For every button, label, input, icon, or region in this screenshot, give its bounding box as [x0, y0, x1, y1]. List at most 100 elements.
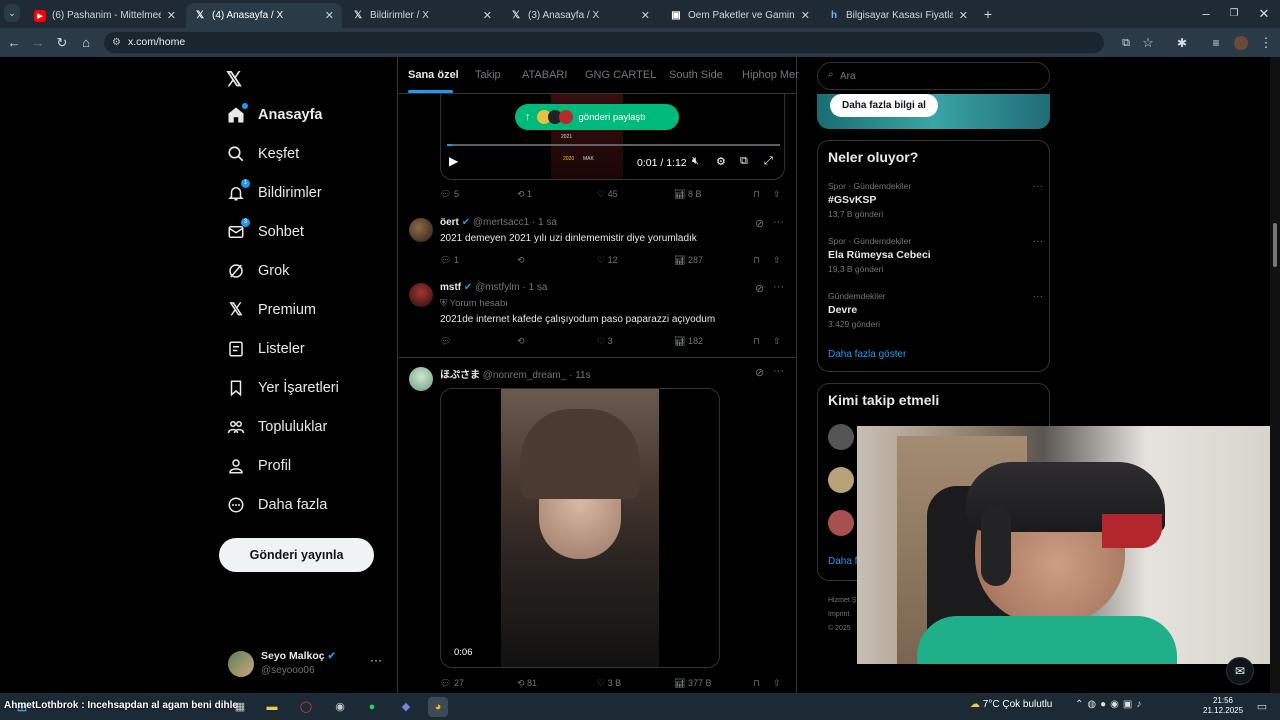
author-name[interactable]: öert — [440, 217, 459, 228]
system-tray[interactable]: ⌃◍●◉▣♪ — [1075, 699, 1145, 710]
author-handle[interactable]: @mstfylm — [475, 282, 520, 293]
more-icon[interactable]: ··· — [1033, 181, 1043, 192]
avatar[interactable] — [409, 218, 433, 242]
account-more-icon[interactable]: ··· — [370, 653, 382, 667]
weather-widget[interactable]: ☁ 7°C Çok bulutlu — [970, 699, 1052, 710]
views-button[interactable]: 📊︎ 377 B — [674, 678, 711, 689]
share-icon[interactable]: ⇧ — [773, 336, 781, 347]
share-pill[interactable]: ↑ gönderi paylaştı — [515, 104, 679, 130]
file-explorer-icon[interactable]: ▬ — [262, 697, 282, 717]
back-icon[interactable]: ← — [4, 33, 24, 53]
views-button[interactable]: 📊︎ 182 — [674, 336, 703, 347]
sidebar-item-communities[interactable]: Topluluklar — [226, 412, 327, 442]
x-logo-icon[interactable]: 𝕏 — [226, 67, 242, 92]
repost-button[interactable]: ⟲ 1 — [517, 189, 532, 200]
close-icon[interactable]: ✕ — [167, 9, 176, 22]
more-icon[interactable]: ··· — [773, 216, 784, 228]
tab-x-home-2[interactable]: 𝕏 (3) Anasayfa / X ✕ — [502, 3, 658, 28]
reply-button[interactable]: 💬︎ 27 — [440, 678, 464, 689]
sidebar-item-lists[interactable]: Listeler — [226, 334, 305, 364]
video-player-1[interactable]: 2021 2020 MAK ↑ gönderi paylaştı ▶ 0:01 … — [440, 94, 785, 180]
who-show-more-link[interactable]: Daha f — [828, 556, 857, 567]
avatar[interactable] — [828, 510, 854, 536]
task-view-icon[interactable]: ▦ — [230, 697, 250, 717]
sidebar-item-profile[interactable]: Profil — [226, 451, 291, 481]
reload-icon[interactable]: ↻ — [52, 33, 72, 53]
bookmark-icon[interactable]: ⊓ — [753, 255, 760, 266]
tab-pc-case[interactable]: h Bilgisayar Kasası Fiyatları & PC ✕ — [820, 3, 976, 28]
settings-icon[interactable]: ⚙ — [716, 155, 726, 168]
grok-icon[interactable]: ⊘ — [755, 217, 764, 230]
opera-icon[interactable]: ◯ — [296, 697, 316, 717]
bookmark-icon[interactable]: ⊓ — [753, 678, 760, 689]
post-time[interactable]: · 1 sa — [522, 282, 547, 293]
views-button[interactable]: 📊︎ 8 B — [674, 189, 701, 200]
reply-button[interactable]: 💬︎ 5 — [440, 189, 459, 200]
trend-item[interactable]: Spor · Gündemdekiler #GSvKSP 13,7 B gönd… — [828, 181, 1043, 219]
like-button[interactable]: ♡ 3 B — [597, 678, 621, 689]
trend-item[interactable]: Gündemdekiler Devre 3.429 gönderi ··· — [828, 291, 1043, 329]
tab-x-home[interactable]: 𝕏 (4) Anasayfa / X ✕ — [186, 3, 342, 28]
spotify-icon[interactable]: ● — [362, 697, 382, 717]
home-icon[interactable]: ⌂ — [76, 33, 96, 53]
tab-hiphop[interactable]: Hiphop Mer — [742, 69, 799, 81]
like-button[interactable]: ♡ 12 — [597, 255, 618, 266]
chrome-icon[interactable]: ◕ — [428, 697, 448, 717]
menu-icon[interactable]: ⋮ — [1256, 33, 1276, 53]
video-progress-track[interactable] — [447, 144, 780, 146]
scrollbar-thumb[interactable] — [1273, 223, 1277, 267]
restore-button[interactable]: ❐ — [1224, 4, 1244, 24]
mute-icon[interactable]: 🔇︎ — [692, 155, 699, 168]
play-icon[interactable]: ▶ — [449, 154, 458, 168]
notification-center-icon[interactable]: ▭ — [1252, 697, 1272, 717]
tab-youtube[interactable]: ▶ (6) Pashanim - Mittelmeer - Yo ✕ — [26, 3, 184, 28]
sidebar-item-more[interactable]: Daha fazla — [226, 490, 327, 520]
close-window-button[interactable]: ✕ — [1254, 4, 1274, 24]
tab-gng-cartel[interactable]: GNG CARTEL — [585, 69, 656, 81]
share-icon[interactable]: ⇧ — [773, 678, 781, 689]
clock[interactable]: 21:56 21.12.2025 — [1203, 696, 1243, 716]
more-icon[interactable]: ··· — [1033, 236, 1043, 247]
sidebar-item-bookmarks[interactable]: Yer İşaretleri — [226, 373, 339, 403]
url-field[interactable]: ⚙ x.com/home — [104, 32, 1104, 53]
post-time[interactable]: · 1 sa — [532, 217, 557, 228]
sidebar-item-chat[interactable]: 3 Sohbet — [226, 217, 304, 247]
share-icon[interactable]: ⇧ — [773, 189, 781, 200]
promo-banner[interactable]: Daha fazla bilgi al — [817, 94, 1050, 129]
forward-icon[interactable]: → — [28, 33, 48, 53]
sidebar-item-home[interactable]: Anasayfa — [226, 100, 322, 130]
extensions-icon[interactable]: ✱ — [1172, 33, 1192, 53]
footer-link[interactable]: Hizmet Ş — [828, 594, 856, 608]
show-more-link[interactable]: Daha fazla göster — [828, 349, 906, 360]
avatar[interactable] — [828, 424, 854, 450]
tab-following[interactable]: Takip — [475, 69, 501, 81]
author-handle[interactable]: @nonrem_dream_ — [483, 370, 567, 381]
sidebar-item-explore[interactable]: Keşfet — [226, 139, 299, 169]
author-name[interactable]: ほぷさま — [440, 370, 480, 381]
pip-icon[interactable]: ⧉ — [740, 155, 748, 168]
minimize-button[interactable]: – — [1196, 4, 1216, 24]
views-button[interactable]: 📊︎ 287 — [674, 255, 703, 266]
post-time[interactable]: · 11s — [569, 370, 591, 381]
grok-icon[interactable]: ⊘ — [755, 366, 764, 379]
share-icon[interactable]: ⇧ — [773, 255, 781, 266]
author-name[interactable]: mstf — [440, 282, 461, 293]
profile-avatar[interactable] — [1234, 36, 1248, 50]
bookmark-icon[interactable]: ⊓ — [753, 189, 760, 200]
tab-oem[interactable]: ▣ Oem Paketler ve Gaming Bilgisa ✕ — [662, 3, 818, 28]
tab-atabari[interactable]: ATABARI — [522, 69, 567, 81]
more-icon[interactable]: ··· — [773, 365, 784, 377]
install-app-icon[interactable]: ⧉ — [1116, 33, 1136, 53]
like-button[interactable]: ♡ 45 — [597, 189, 618, 200]
tab-search-button[interactable]: ⌄ — [4, 4, 20, 22]
avatar[interactable] — [409, 283, 433, 307]
tab-for-you[interactable]: Sana özel — [408, 69, 459, 81]
repost-button[interactable]: ⟲ 81 — [517, 678, 537, 689]
account-switcher[interactable]: Seyo Malkoç ✔ @seyooo06 ··· — [226, 647, 391, 683]
post-button[interactable]: Gönderi yayınla — [219, 538, 374, 572]
close-icon[interactable]: ✕ — [959, 9, 968, 22]
author-handle[interactable]: @mertsacc1 — [473, 217, 529, 228]
bookmark-icon[interactable]: ⊓ — [753, 336, 760, 347]
trend-item[interactable]: Spor · Gündemdekiler Ela Rümeysa Cebeci … — [828, 236, 1043, 274]
close-icon[interactable]: ✕ — [325, 9, 334, 22]
